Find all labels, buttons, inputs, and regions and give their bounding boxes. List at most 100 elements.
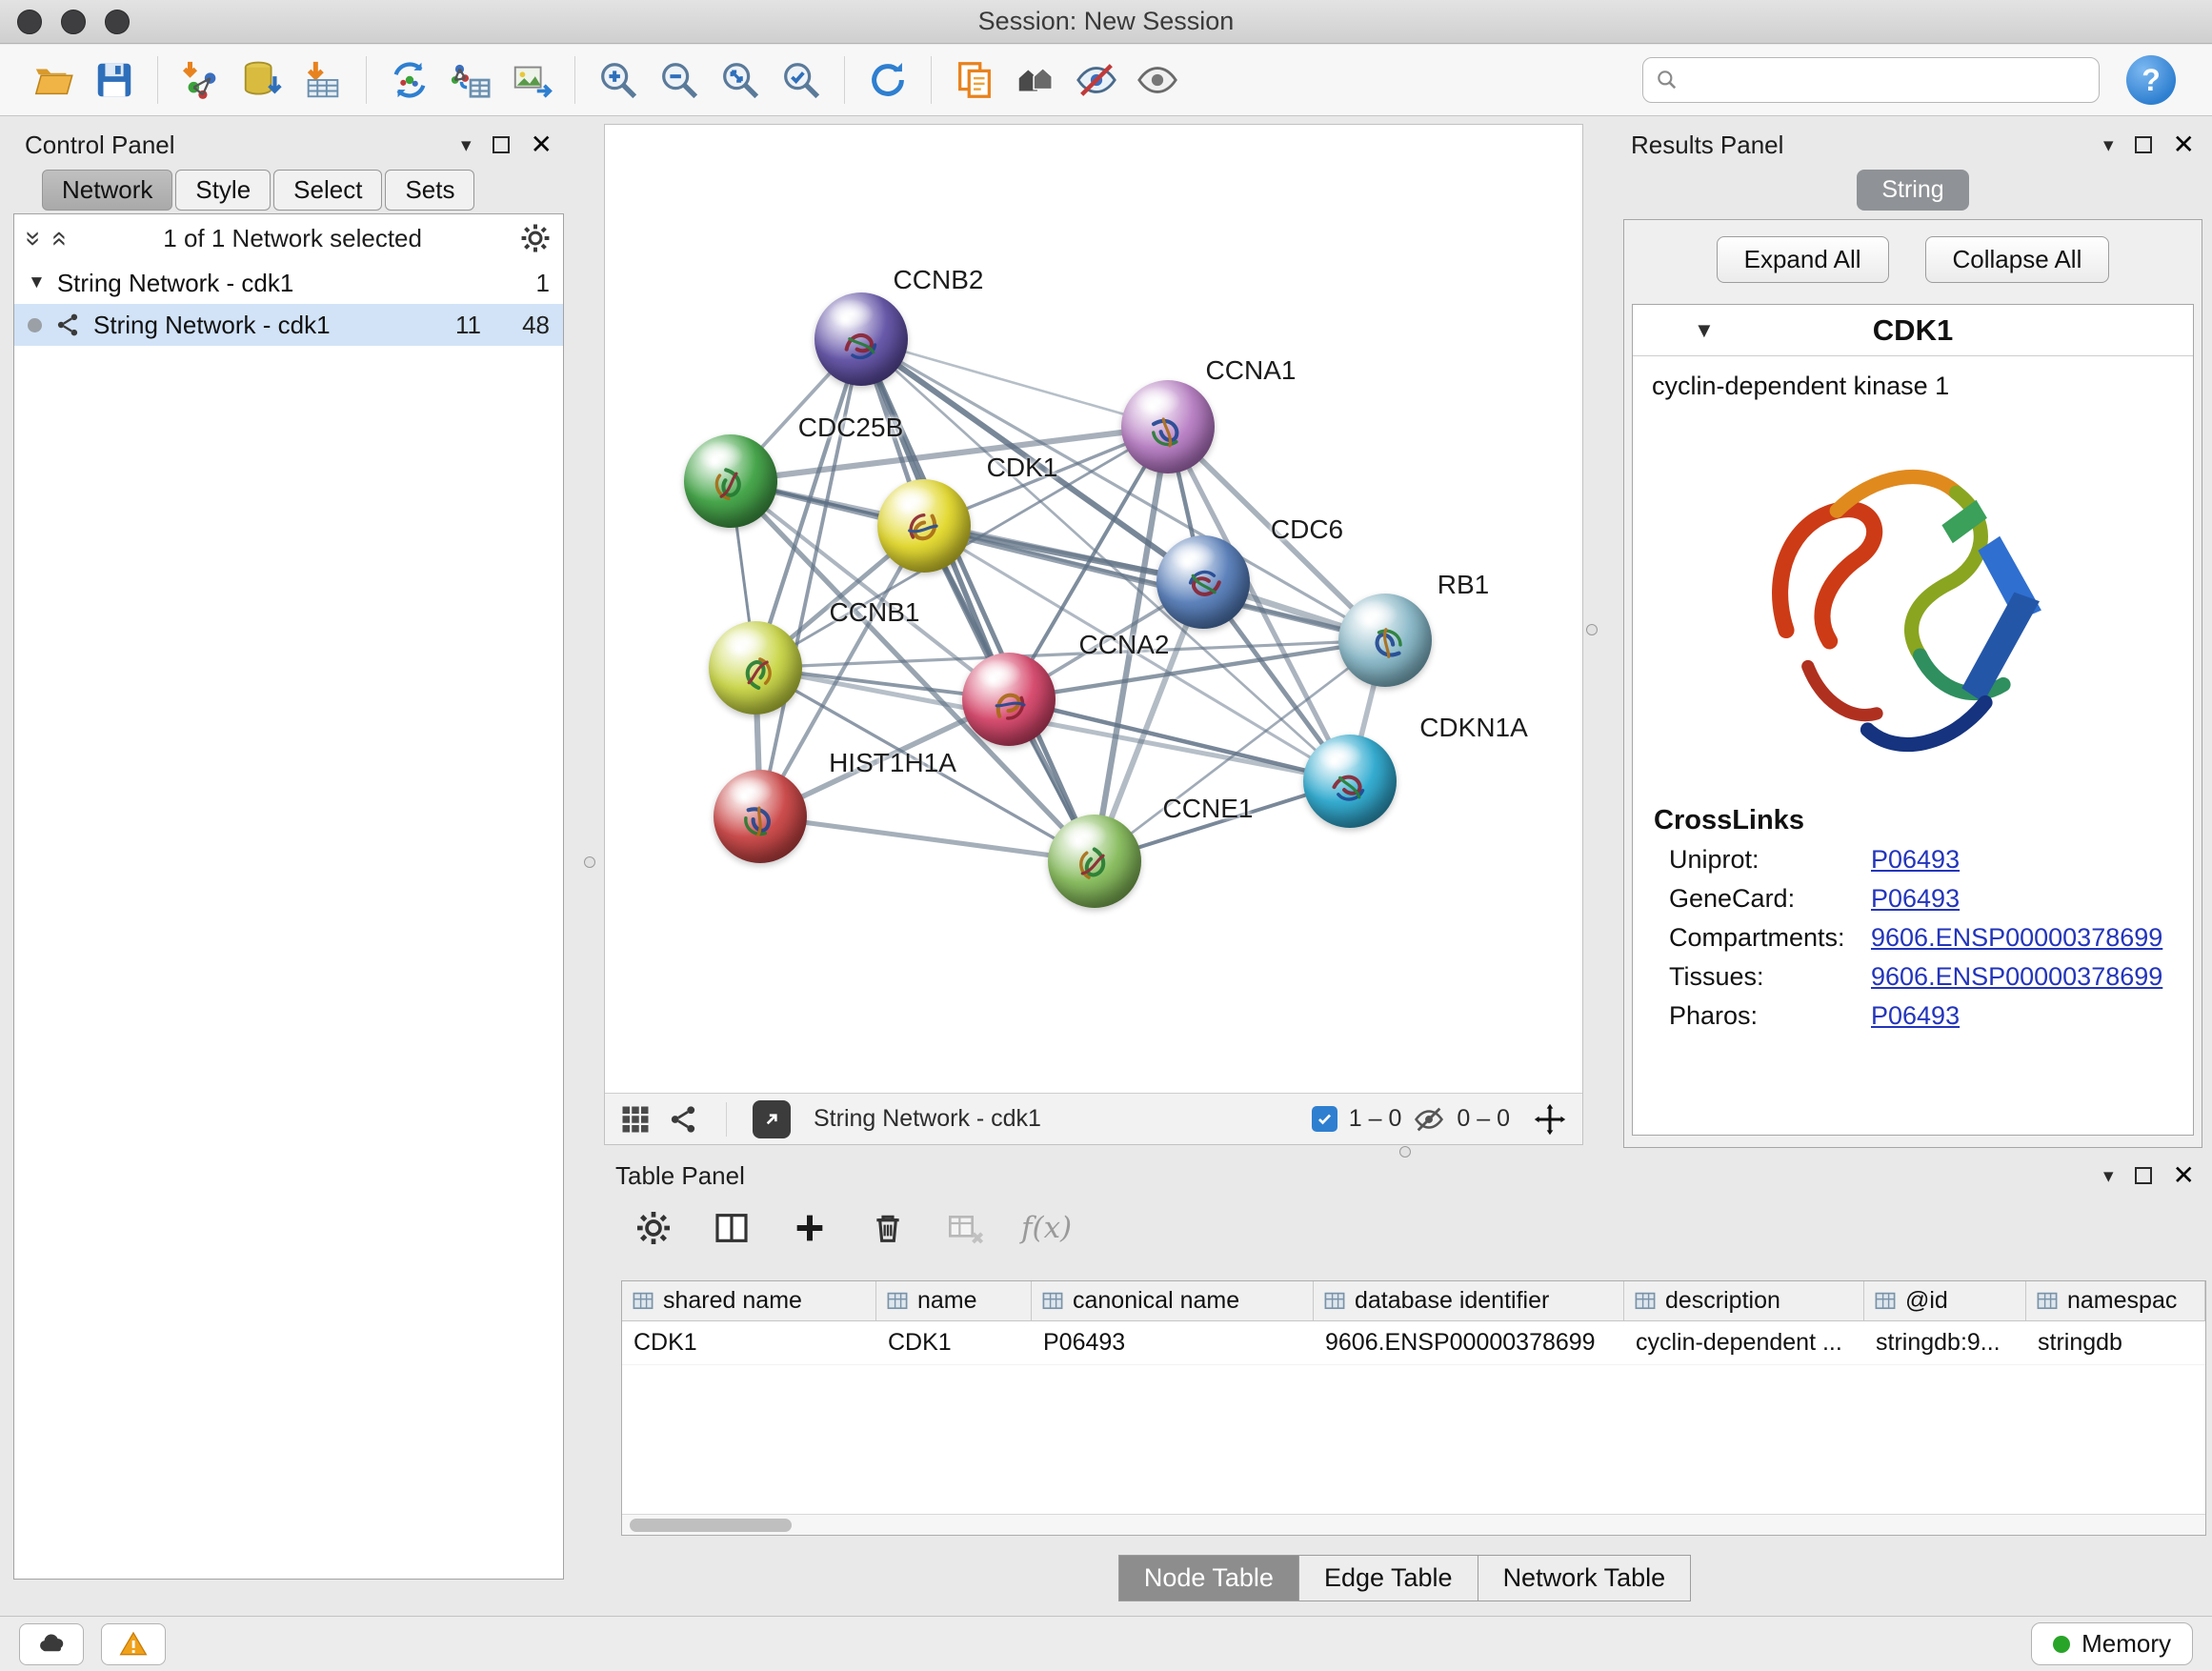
panel-menu-icon[interactable]: ▾ [2103, 1166, 2114, 1186]
double-home-button[interactable] [1005, 50, 1066, 110]
panel-float-icon[interactable] [2135, 136, 2152, 153]
tree-expander-icon[interactable]: ▼ [28, 272, 46, 293]
eye-show-button[interactable] [1127, 50, 1188, 110]
crosslink-link[interactable]: P06493 [1871, 845, 1960, 875]
network-node-ccnb2[interactable] [814, 292, 908, 386]
column-header-database-identifier[interactable]: database identifier [1314, 1281, 1624, 1320]
table-cell[interactable]: P06493 [1032, 1321, 1314, 1364]
table-cell[interactable]: stringdb [2026, 1321, 2205, 1364]
tab-edge-table[interactable]: Edge Table [1298, 1555, 1478, 1601]
network-node-cdkn1a[interactable] [1303, 735, 1397, 828]
collapse-triangle-icon[interactable]: ▼ [1694, 318, 1715, 343]
panel-menu-icon[interactable]: ▾ [461, 135, 472, 155]
network-node-cdc25b[interactable] [684, 434, 777, 528]
column-header-name[interactable]: name [876, 1281, 1032, 1320]
network-table-button[interactable] [440, 50, 501, 110]
gear-icon[interactable] [519, 222, 552, 254]
warnings-button[interactable] [101, 1623, 166, 1665]
network-canvas[interactable]: CCNB2CCNA1CDC25BCDK1CDC6RB1CCNB1CCNA2CDK… [605, 125, 1582, 1093]
tab-style[interactable]: Style [175, 170, 271, 211]
help-button[interactable]: ? [2126, 55, 2176, 105]
column-header-description[interactable]: description [1624, 1281, 1864, 1320]
tab-string[interactable]: String [1857, 170, 1969, 211]
network-node-ccna1[interactable] [1121, 380, 1215, 473]
tab-network-table[interactable]: Network Table [1478, 1555, 1692, 1601]
network-node-hist1h1a[interactable] [714, 770, 807, 863]
zoom-in-button[interactable] [588, 50, 649, 110]
column-header-canonical-name[interactable]: canonical name [1032, 1281, 1314, 1320]
panel-menu-icon[interactable]: ▾ [2103, 135, 2114, 155]
table-cell[interactable]: cyclin-dependent ... [1624, 1321, 1864, 1364]
save-disk-button[interactable] [84, 50, 145, 110]
vertical-splitter-handle[interactable] [1586, 624, 1598, 635]
function-builder-button[interactable]: f(x) [1021, 1211, 1072, 1245]
horizontal-scrollbar[interactable] [622, 1514, 2205, 1535]
network-edge[interactable] [861, 339, 1168, 427]
network-edge[interactable] [760, 816, 1095, 861]
column-header-shared-name[interactable]: shared name [622, 1281, 876, 1320]
expand-all-icon[interactable]: » [45, 231, 72, 246]
tab-select[interactable]: Select [273, 170, 382, 211]
zoom-out-button[interactable] [649, 50, 710, 110]
collapse-all-button[interactable]: Collapse All [1925, 236, 2110, 283]
tab-node-table[interactable]: Node Table [1118, 1555, 1299, 1601]
panel-close-icon[interactable]: ✕ [2173, 1162, 2195, 1189]
detach-view-button[interactable] [753, 1100, 791, 1138]
open-folder-button[interactable] [23, 50, 84, 110]
expand-all-button[interactable]: Expand All [1717, 236, 1889, 283]
apply-layout-button[interactable] [857, 50, 918, 110]
pan-tool-button[interactable] [1531, 1100, 1569, 1138]
copy-documents-button[interactable] [944, 50, 1005, 110]
add-column-button[interactable] [787, 1205, 833, 1251]
table-settings-button[interactable] [631, 1205, 676, 1251]
network-tree-row[interactable]: String Network - cdk11148 [14, 304, 563, 346]
network-node-rb1[interactable] [1338, 594, 1432, 687]
selected-checkbox-icon[interactable] [1312, 1106, 1337, 1132]
horizontal-splitter-handle[interactable] [1399, 1146, 1411, 1158]
crosslink-link[interactable]: 9606.ENSP00000378699 [1871, 962, 2162, 992]
export-image-button[interactable] [501, 50, 562, 110]
table-cell[interactable]: 9606.ENSP00000378699 [1314, 1321, 1624, 1364]
table-cell[interactable]: stringdb:9... [1864, 1321, 2026, 1364]
crosslink-link[interactable]: P06493 [1871, 884, 1960, 914]
column-header--id[interactable]: @id [1864, 1281, 2026, 1320]
zoom-selected-button[interactable] [771, 50, 832, 110]
gene-header[interactable]: ▼ CDK1 [1633, 305, 2193, 356]
show-columns-button[interactable] [709, 1205, 754, 1251]
cloud-button[interactable] [19, 1623, 84, 1665]
table-row[interactable]: CDK1CDK1P064939606.ENSP00000378699cyclin… [622, 1321, 2205, 1365]
table-cell[interactable]: CDK1 [622, 1321, 876, 1364]
network-edge[interactable] [760, 339, 861, 816]
tab-sets[interactable]: Sets [385, 170, 474, 211]
import-network-database-button[interactable] [231, 50, 292, 110]
network-tree-row[interactable]: ▼String Network - cdk11 [14, 262, 563, 304]
close-window-button[interactable] [17, 10, 42, 34]
scrollbar-thumb[interactable] [630, 1519, 792, 1532]
network-node-cdc6[interactable] [1156, 535, 1250, 629]
panel-close-icon[interactable]: ✕ [2173, 131, 2195, 158]
hidden-eye-icon[interactable] [1413, 1103, 1445, 1136]
minimize-window-button[interactable] [61, 10, 86, 34]
network-overview-button[interactable] [666, 1102, 700, 1137]
memory-button[interactable]: Memory [2031, 1622, 2193, 1665]
network-node-ccna2[interactable] [962, 653, 1056, 746]
delete-column-button[interactable] [865, 1205, 911, 1251]
zoom-fit-button[interactable] [710, 50, 771, 110]
network-node-ccnb1[interactable] [709, 621, 802, 715]
import-table-file-button[interactable] [292, 50, 353, 110]
search-input[interactable] [1687, 67, 2087, 94]
crosslink-link[interactable]: P06493 [1871, 1001, 1960, 1031]
vertical-splitter-handle[interactable] [584, 856, 595, 868]
eye-hide-button[interactable] [1066, 50, 1127, 110]
network-node-cdk1[interactable] [877, 479, 971, 573]
column-header-namespac[interactable]: namespac [2026, 1281, 2205, 1320]
table-cell[interactable]: CDK1 [876, 1321, 1032, 1364]
maximize-window-button[interactable] [105, 10, 130, 34]
network-node-ccne1[interactable] [1048, 815, 1141, 908]
tab-network[interactable]: Network [42, 170, 172, 211]
crosslink-link[interactable]: 9606.ENSP00000378699 [1871, 923, 2162, 953]
grid-view-button[interactable] [618, 1102, 653, 1137]
update-network-button[interactable] [379, 50, 440, 110]
panel-float-icon[interactable] [493, 136, 510, 153]
panel-float-icon[interactable] [2135, 1167, 2152, 1184]
